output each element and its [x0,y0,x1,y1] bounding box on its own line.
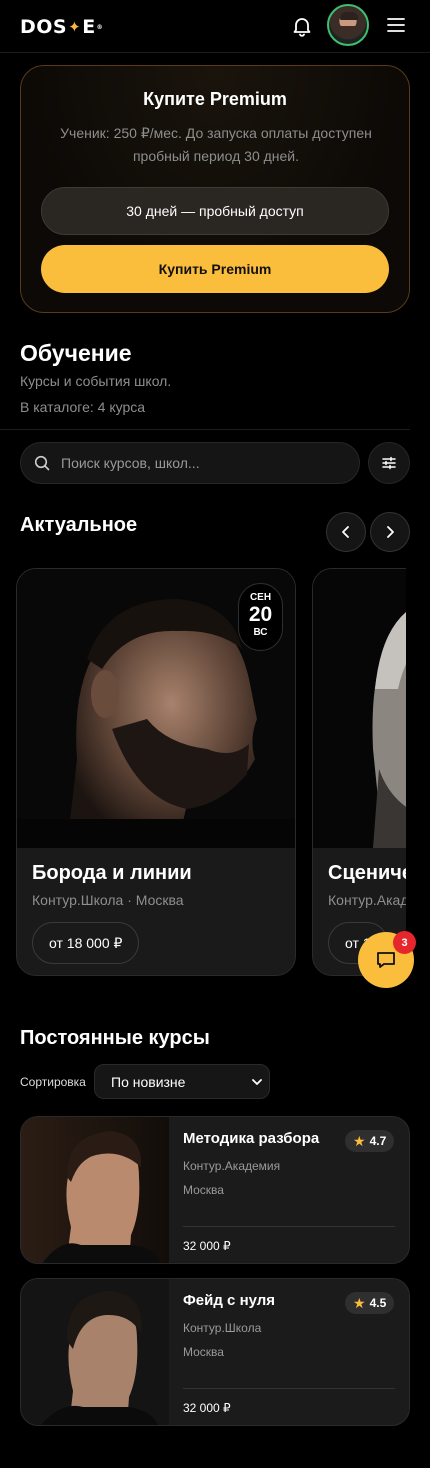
carousel-prev-button[interactable] [326,512,366,552]
logo-registered-mark: ® [96,23,104,31]
event-price-button[interactable]: от 18 000 ₽ [32,922,140,964]
course-school: Контур.Академия [183,1159,281,1173]
divider [0,429,410,430]
premium-description: Ученик: 250 ₽/мес. До запуска оплаты дос… [60,125,372,164]
carousel-next-button[interactable] [370,512,410,552]
rating-value: 4.5 [369,1296,387,1310]
chat-icon [377,952,395,968]
course-price: 32 000 ₽ [183,1401,231,1415]
course-school: Контур.Школа [183,1321,262,1335]
event-card[interactable]: СЕН 20 ВС Борода и линии Контур.Школа · … [16,568,296,976]
sort-label: Сортировка [20,1075,86,1089]
rating-badge: ★ 4.7 [345,1130,395,1152]
hamburger-menu-icon[interactable] [386,16,406,34]
event-image: СЕН 20 ВС [17,569,295,848]
section-title-permanent: Постоянные курсы [20,1027,210,1049]
rating-value: 4.7 [369,1134,387,1148]
section-title-actual: Актуальное [20,514,138,536]
course-city: Москва [183,1345,224,1359]
event-title: Борода и линии [32,862,192,884]
star-icon: ★ [353,1132,366,1149]
course-image [21,1279,169,1425]
course-price: 32 000 ₽ [183,1239,231,1253]
page-title: Обучение [20,340,132,366]
event-date-month: СЕН [249,592,272,603]
buy-premium-button[interactable]: Купить Premium [41,245,389,293]
page-subtitle: Курсы и события школ. [20,373,172,389]
event-title: Сценическ [328,862,406,884]
rating-badge: ★ 4.5 [345,1292,395,1314]
event-meta: Контур.Школа · Москва [32,892,184,908]
app-header: DOS ✦ E ® [0,0,430,53]
course-image [21,1117,169,1263]
chat-unread-badge: 3 [393,931,416,954]
trial-button[interactable]: 30 дней — пробный доступ [41,187,389,235]
course-city: Москва [183,1183,224,1197]
search-bar [20,442,360,484]
divider [183,1226,395,1227]
logo-text-suffix: E [82,16,96,38]
catalog-count: В каталоге: 4 курса [20,399,146,415]
chevron-down-icon [252,1079,262,1085]
event-meta: Контур.Академ [328,892,406,908]
course-name: Фейд с нуля [183,1292,276,1309]
filter-button[interactable] [368,442,410,484]
search-icon [34,455,50,471]
events-carousel: СЕН 20 ВС Борода и линии Контур.Школа · … [16,568,406,976]
sort-select-value: По новизне [111,1073,186,1090]
event-date-day: 20 [248,603,273,626]
event-date-badge: СЕН 20 ВС [238,583,283,651]
event-card[interactable]: Сценическ Контур.Академ от 1 [312,568,406,976]
logo-star-icon: ✦ [68,18,82,36]
course-card[interactable]: Методика разбора ★ 4.7 Контур.Академия М… [20,1116,410,1264]
logo[interactable]: DOS ✦ E ® [20,16,103,38]
event-date-weekday: ВС [253,627,268,638]
search-input[interactable] [61,443,351,483]
chevron-right-icon [387,526,394,538]
filter-sliders-icon [382,456,396,470]
star-icon: ★ [353,1294,366,1311]
course-name: Методика разбора [183,1130,320,1147]
logo-text: DOS [20,16,68,38]
event-image [313,569,406,848]
sort-select[interactable]: По новизне [94,1064,270,1099]
premium-card: Купите Premium Ученик: 250 ₽/мес. До зап… [20,65,410,313]
bell-icon[interactable] [290,14,314,38]
divider [183,1388,395,1389]
chevron-left-icon [342,526,349,538]
course-card[interactable]: Фейд с нуля ★ 4.5 Контур.Школа Москва 32… [20,1278,410,1426]
premium-title: Купите Premium [143,89,287,109]
avatar[interactable] [327,4,369,46]
